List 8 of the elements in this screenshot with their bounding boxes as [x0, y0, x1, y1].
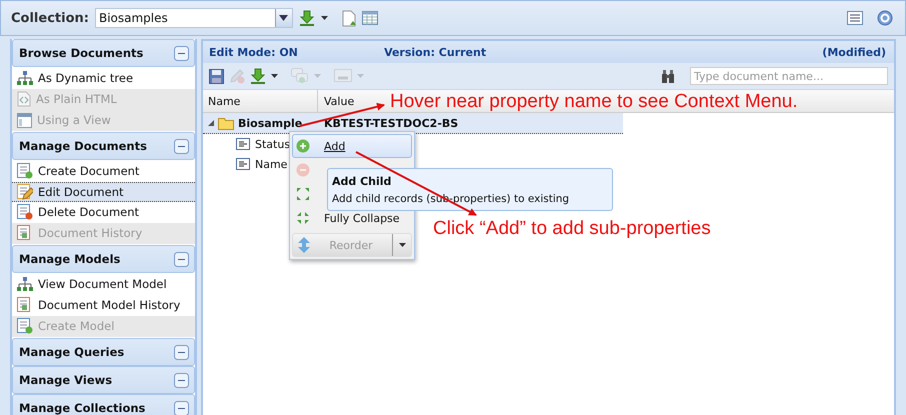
modified-label: (Modified): [822, 46, 886, 58]
version-label: Version: Current: [384, 46, 486, 58]
annotation-text: Click “Add” to add sub-properties: [433, 218, 711, 240]
collection-label: Collection:: [11, 10, 89, 26]
tree-value: KBTEST-TESTDOC2-BS: [323, 116, 458, 130]
tooltip-title: Add Child: [332, 174, 392, 188]
annotation-text: Hover near property name to see Context Menu.: [390, 91, 798, 113]
edit-mode-label: Edit Mode: ON: [209, 46, 298, 58]
